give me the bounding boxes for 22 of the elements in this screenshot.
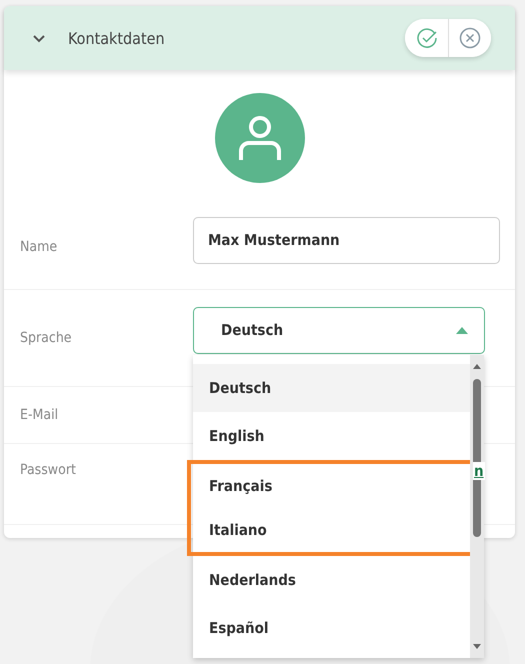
user-icon <box>238 114 282 160</box>
scrollbar[interactable] <box>470 355 484 658</box>
name-field[interactable]: Max Mustermann <box>193 216 500 264</box>
field-label: Sprache <box>19 330 73 346</box>
section-title: Kontaktdaten <box>68 28 166 48</box>
cancel-button[interactable] <box>448 19 491 57</box>
field-label: Name <box>19 239 58 255</box>
dropdown-option[interactable]: English <box>193 412 470 460</box>
field-label: E-Mail <box>19 407 60 423</box>
chevron-down-icon[interactable] <box>32 33 46 43</box>
dropdown-option[interactable]: Français <box>193 464 472 508</box>
field-label: Passwort <box>19 461 77 478</box>
dropdown-option[interactable]: Italiano <box>193 508 472 552</box>
dropdown-option[interactable]: Español <box>193 604 470 652</box>
password-link[interactable]: n <box>473 462 485 480</box>
check-circle-icon <box>416 27 438 49</box>
confirm-button[interactable] <box>405 19 448 57</box>
dropdown-option[interactable]: Deutsch <box>193 364 470 412</box>
close-icon <box>459 27 481 49</box>
language-select[interactable]: Deutsch <box>193 306 485 354</box>
caret-up-icon <box>456 326 468 334</box>
dropdown-option[interactable]: Nederlands <box>193 556 470 604</box>
